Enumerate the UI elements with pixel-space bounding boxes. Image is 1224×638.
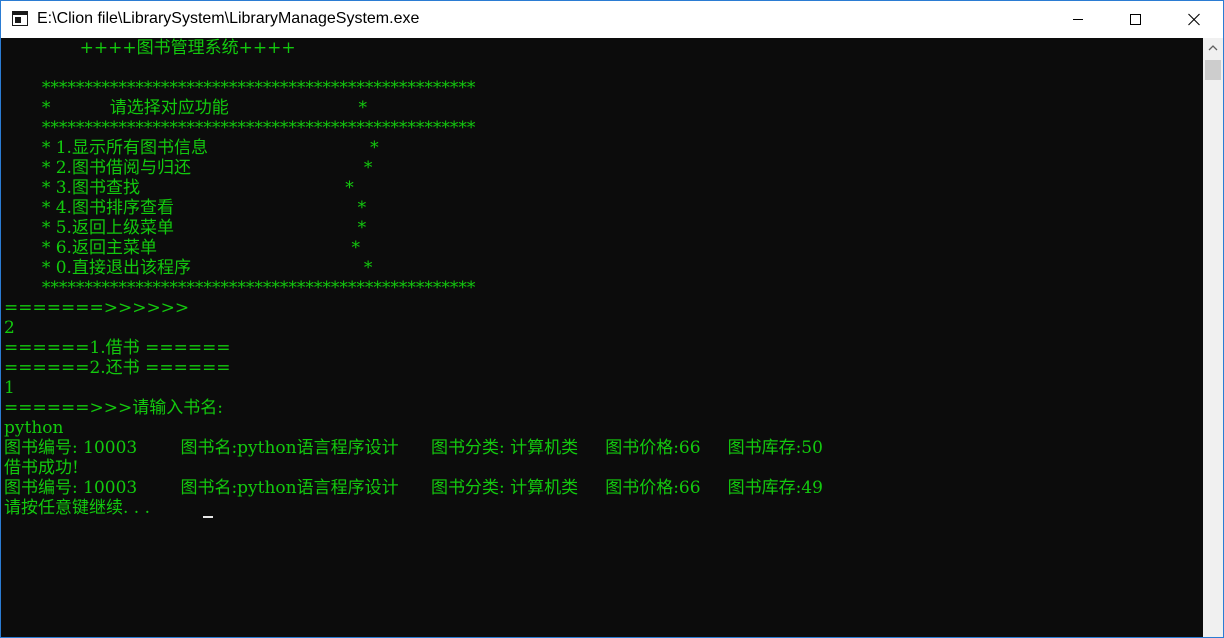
console-line: 请按任意键继续. . .	[4, 498, 156, 518]
console-line: =======>>>>>>	[4, 298, 190, 318]
text-cursor	[203, 516, 213, 518]
console-line: * 5.返回上级菜单 *	[4, 218, 367, 238]
maximize-icon	[1130, 14, 1141, 25]
maximize-button[interactable]	[1107, 1, 1165, 38]
console-line: python	[4, 418, 64, 438]
console-line: ======1.借书 ======	[4, 338, 231, 358]
chevron-up-icon	[1208, 45, 1218, 51]
scroll-thumb[interactable]	[1205, 60, 1221, 80]
console-window: E:\Clion file\LibrarySystem\LibraryManag…	[0, 0, 1224, 638]
console-line: * 6.返回主菜单 *	[4, 238, 360, 258]
console-line: ****************************************…	[4, 78, 476, 98]
console-window-icon[interactable]	[12, 11, 28, 26]
console-line: * 请选择对应功能 *	[4, 98, 367, 118]
close-button[interactable]	[1165, 1, 1223, 38]
console-output[interactable]: ++++图书管理系统++++ *************************…	[1, 38, 1203, 637]
minimize-icon	[1073, 19, 1083, 20]
console-line: ****************************************…	[4, 118, 476, 138]
minimize-button[interactable]	[1049, 1, 1107, 38]
console-line: ****************************************…	[4, 278, 476, 298]
console-line: ======2.还书 ======	[4, 358, 231, 378]
title-bar[interactable]: E:\Clion file\LibrarySystem\LibraryManag…	[1, 1, 1223, 38]
console-line: * 4.图书排序查看 *	[4, 198, 367, 218]
scroll-up-button[interactable]	[1203, 38, 1223, 58]
console-line: * 1.显示所有图书信息 *	[4, 138, 379, 158]
window-title: E:\Clion file\LibrarySystem\LibraryManag…	[37, 10, 420, 27]
console-line: ++++图书管理系统++++	[4, 38, 296, 58]
console-line: 1	[4, 378, 15, 398]
vertical-scrollbar[interactable]	[1203, 38, 1223, 637]
close-icon	[1188, 13, 1200, 26]
console-line: 图书编号: 10003 图书名:python语言程序设计 图书分类: 计算机类 …	[4, 478, 823, 498]
console-line: 2	[4, 318, 15, 338]
console-line: 图书编号: 10003 图书名:python语言程序设计 图书分类: 计算机类 …	[4, 438, 823, 458]
console-line: * 2.图书借阅与归还 *	[4, 158, 373, 178]
console-line: * 0.直接退出该程序 *	[4, 258, 373, 278]
console-line: 借书成功!	[4, 458, 79, 478]
console-line: * 3.图书查找 *	[4, 178, 354, 198]
console-line: ======>>>请输入书名:	[4, 398, 223, 418]
